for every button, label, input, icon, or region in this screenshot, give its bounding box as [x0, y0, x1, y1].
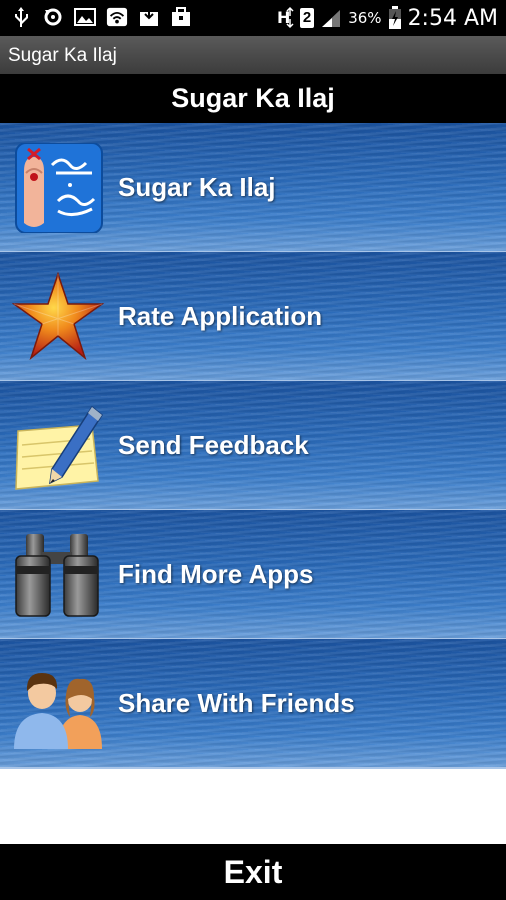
sugar-app-icon: [12, 142, 104, 234]
window-title: Sugar Ka Ilaj: [8, 45, 117, 66]
page-title: Sugar Ka Ilaj: [171, 83, 335, 113]
menu-item-sugar-ka-ilaj[interactable]: Sugar Ka Ilaj: [0, 123, 506, 253]
note-pencil-icon: [12, 401, 104, 491]
system-icons: H 2 36% 2:54 AM: [276, 0, 498, 36]
network-h-icon: H: [276, 6, 294, 30]
menu-item-label: Rate Application: [118, 301, 323, 331]
download-icon: [138, 6, 160, 28]
exit-button[interactable]: Exit: [0, 844, 506, 900]
usb-icon: [10, 6, 32, 28]
menu-item-send-feedback[interactable]: Send Feedback: [0, 381, 506, 511]
menu-item-label: Share With Friends: [118, 688, 355, 718]
menu-item-rate-application[interactable]: Rate Application: [0, 252, 506, 382]
exit-label: Exit: [223, 854, 283, 890]
signal-icon: [320, 8, 342, 28]
battery-icon: [388, 6, 402, 30]
people-icon: [12, 659, 104, 749]
menu-item-label: Sugar Ka Ilaj: [118, 172, 276, 202]
status-bar: H 2 36% 2:54 AM: [0, 0, 506, 36]
wifi-icon: [106, 6, 128, 28]
notification-icons: [10, 6, 192, 28]
header-bar: Sugar Ka Ilaj: [0, 74, 506, 123]
window-title-bar: Sugar Ka Ilaj: [0, 36, 506, 75]
menu-item-share-with-friends[interactable]: Share With Friends: [0, 639, 506, 769]
menu-item-find-more-apps[interactable]: Find More Apps: [0, 510, 506, 640]
briefcase-icon: [170, 6, 192, 28]
battery-percent: 36%: [348, 9, 382, 27]
svg-text:H: H: [277, 8, 290, 27]
menu-item-label: Find More Apps: [118, 559, 314, 589]
clock: 2:54 AM: [407, 5, 498, 31]
sync-icon: [42, 6, 64, 28]
star-icon: [11, 271, 105, 362]
menu-item-label: Send Feedback: [118, 430, 309, 460]
image-icon: [74, 6, 96, 28]
sim-slot-badge: 2: [299, 8, 315, 28]
main-menu: Sugar Ka Ilaj Rate Application Send Feed…: [0, 123, 506, 770]
binoculars-icon: [12, 530, 104, 620]
